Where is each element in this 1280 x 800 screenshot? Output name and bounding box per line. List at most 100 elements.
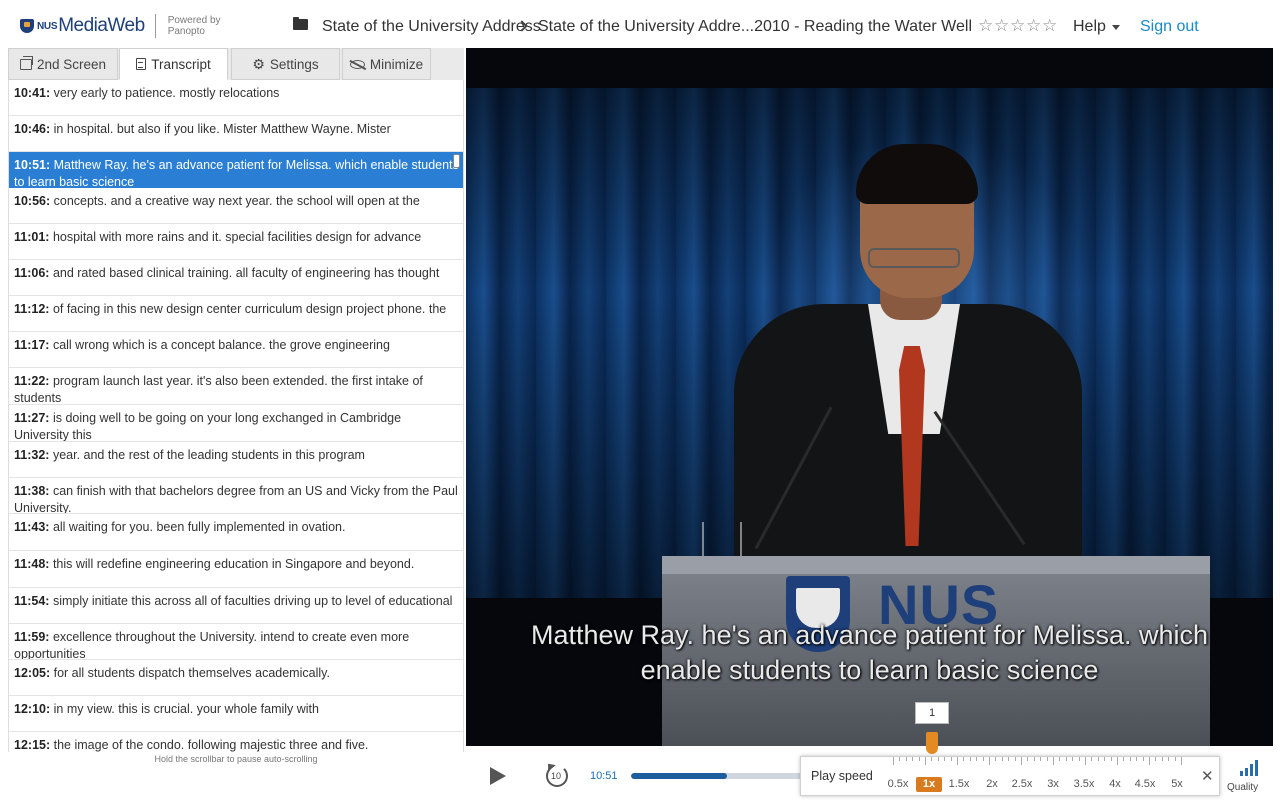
progress-bar[interactable] — [631, 773, 806, 779]
speed-tick — [1078, 757, 1080, 761]
transcript-line[interactable]: 10:51: Matthew Ray. he's an advance pati… — [9, 152, 463, 188]
speed-tick — [944, 757, 946, 761]
tab-settings[interactable]: ⚙ Settings — [231, 48, 340, 80]
transcript-text: excellence throughout the University. in… — [14, 630, 410, 660]
transcript-timestamp: 11:27: — [14, 411, 50, 425]
transcript-list[interactable]: 10:41: very early to patience. mostly re… — [8, 80, 464, 752]
speed-option[interactable]: 3.5x — [1071, 778, 1097, 790]
speed-slider-handle[interactable] — [926, 732, 938, 754]
transcript-text: simply initiate this across all of facul… — [52, 594, 453, 608]
speed-tick — [937, 757, 939, 761]
transcript-line[interactable]: 11:59: excellence throughout the Univers… — [9, 624, 463, 660]
tab-minimize[interactable]: Minimize — [342, 48, 431, 80]
help-menu[interactable]: Help — [1073, 18, 1120, 36]
speed-tick — [982, 757, 984, 761]
player-controls: 10 10:51 1 Play speed 0.5x 1x 1.5x 2x 2.5x 3x… — [466, 702, 1280, 800]
quality-bars-icon[interactable] — [1240, 760, 1260, 776]
transcript-text: concepts. and a creative way next year. … — [53, 194, 420, 208]
tab-transcript[interactable]: Transcript — [119, 48, 228, 80]
speed-tick — [1123, 757, 1125, 761]
transcript-line[interactable]: 12:15: the image of the condo. following… — [9, 732, 463, 752]
transcript-line[interactable]: 11:38: can finish with that bachelors de… — [9, 478, 463, 514]
transcript-line[interactable]: 11:54: simply initiate this across all o… — [9, 588, 463, 624]
transcript-line[interactable]: 11:43: all waiting for you. been fully i… — [9, 514, 463, 551]
close-icon[interactable]: ✕ — [1201, 767, 1214, 785]
transcript-text: program launch last year. it's also been… — [14, 374, 423, 405]
transcript-line[interactable]: 11:01: hospital with more rains and it. … — [9, 224, 463, 260]
transcript-line[interactable]: 11:17: call wrong which is a concept bal… — [9, 332, 463, 368]
speed-tick — [1046, 757, 1048, 761]
tab-label: Settings — [269, 56, 319, 72]
powered-by-line2: Panopto — [167, 26, 205, 37]
transcript-line[interactable]: 10:46: in hospital. but also if you like… — [9, 116, 463, 152]
transcript-timestamp: 11:48: — [14, 557, 50, 571]
speed-tick — [912, 757, 914, 761]
speed-tick — [1129, 757, 1131, 761]
play-button[interactable] — [490, 767, 506, 785]
star-icon[interactable]: ☆ — [1010, 17, 1026, 35]
transcript-line[interactable]: 10:41: very early to patience. mostly re… — [9, 80, 463, 116]
speed-tick — [976, 757, 978, 761]
speed-option[interactable]: 1x — [916, 777, 942, 792]
transcript-text: Matthew Ray. he's an advance patient for… — [14, 158, 459, 188]
speed-slider-track[interactable] — [893, 757, 1185, 767]
logo-name: MediaWeb — [58, 15, 145, 36]
transcript-line[interactable]: 11:48: this will redefine engineering ed… — [9, 551, 463, 588]
transcript-timestamp: 12:05: — [14, 666, 51, 680]
star-icon[interactable]: ☆ — [1042, 17, 1058, 35]
second-screen-icon — [19, 55, 33, 70]
nus-crest-icon — [20, 19, 34, 33]
speed-option[interactable]: 2.5x — [1009, 778, 1035, 790]
breadcrumb-folder[interactable]: State of the University Address — [322, 18, 541, 36]
transcript-line[interactable]: 12:10: in my view. this is crucial. your… — [9, 696, 463, 732]
star-icon[interactable]: ☆ — [994, 17, 1010, 35]
transcript-scrollbar-thumb[interactable] — [453, 154, 460, 168]
speed-tick — [1040, 757, 1042, 761]
transcript-line[interactable]: 11:22: program launch last year. it's al… — [9, 368, 463, 405]
speed-option[interactable]: 0.5x — [885, 778, 911, 790]
speed-option[interactable]: 4.5x — [1132, 778, 1158, 790]
transcript-timestamp: 11:54: — [14, 594, 50, 608]
transcript-text: in hospital. but also if you like. Miste… — [53, 122, 391, 136]
transcript-timestamp: 11:43: — [14, 520, 50, 534]
star-icon[interactable]: ☆ — [978, 17, 994, 35]
speed-tick — [963, 757, 965, 761]
transcript-line[interactable]: 11:27: is doing well to be going on your… — [9, 405, 463, 442]
speed-tick — [893, 757, 894, 765]
speed-tick — [1110, 757, 1112, 761]
panopto-viewer: NUS MediaWeb Powered by Panopto State of… — [0, 0, 1280, 800]
speed-option[interactable]: 5x — [1164, 778, 1190, 790]
speed-tick — [1008, 757, 1010, 761]
transcript-timestamp: 11:59: — [14, 630, 50, 644]
speed-tick — [1117, 757, 1118, 765]
speed-tick — [989, 757, 990, 765]
logo[interactable]: NUS MediaWeb Powered by Panopto — [20, 14, 221, 38]
sign-out-link[interactable]: Sign out — [1140, 18, 1199, 36]
play-speed-label: Play speed — [811, 769, 873, 783]
video-player[interactable]: NUS Matthew Ray. he's an advance patient… — [466, 48, 1273, 746]
transcript-line[interactable]: 11:06: and rated based clinical training… — [9, 260, 463, 296]
speed-option[interactable]: 4x — [1102, 778, 1128, 790]
speed-tick — [1097, 757, 1099, 761]
gear-icon: ⚙ — [252, 56, 265, 72]
speed-tick — [1001, 757, 1003, 761]
transcript-line[interactable]: 11:12: of facing in this new design cent… — [9, 296, 463, 332]
transcript-text: and rated based clinical training. all f… — [52, 266, 440, 280]
right-edge — [1273, 48, 1280, 746]
transcript-timestamp: 10:41: — [14, 86, 51, 100]
star-icon[interactable]: ☆ — [1026, 17, 1042, 35]
speed-option[interactable]: 2x — [979, 778, 1005, 790]
speed-tick — [1021, 757, 1022, 765]
transcript-line[interactable]: 10:56: concepts. and a creative way next… — [9, 188, 463, 224]
speed-option[interactable]: 1.5x — [946, 778, 972, 790]
transcript-line[interactable]: 11:32: year. and the rest of the leading… — [9, 442, 463, 478]
transcript-text: the image of the condo. following majest… — [53, 738, 369, 752]
transcript-timestamp: 11:12: — [14, 302, 50, 316]
speed-option[interactable]: 3x — [1040, 778, 1066, 790]
speed-tick — [1161, 757, 1163, 761]
speed-tick — [918, 757, 920, 761]
transcript-line[interactable]: 12:05: for all students dispatch themsel… — [9, 660, 463, 696]
tab-second-screen[interactable]: 2nd Screen — [8, 48, 118, 80]
transcript-timestamp: 10:51: — [14, 158, 51, 172]
current-time: 10:51 — [590, 770, 618, 782]
